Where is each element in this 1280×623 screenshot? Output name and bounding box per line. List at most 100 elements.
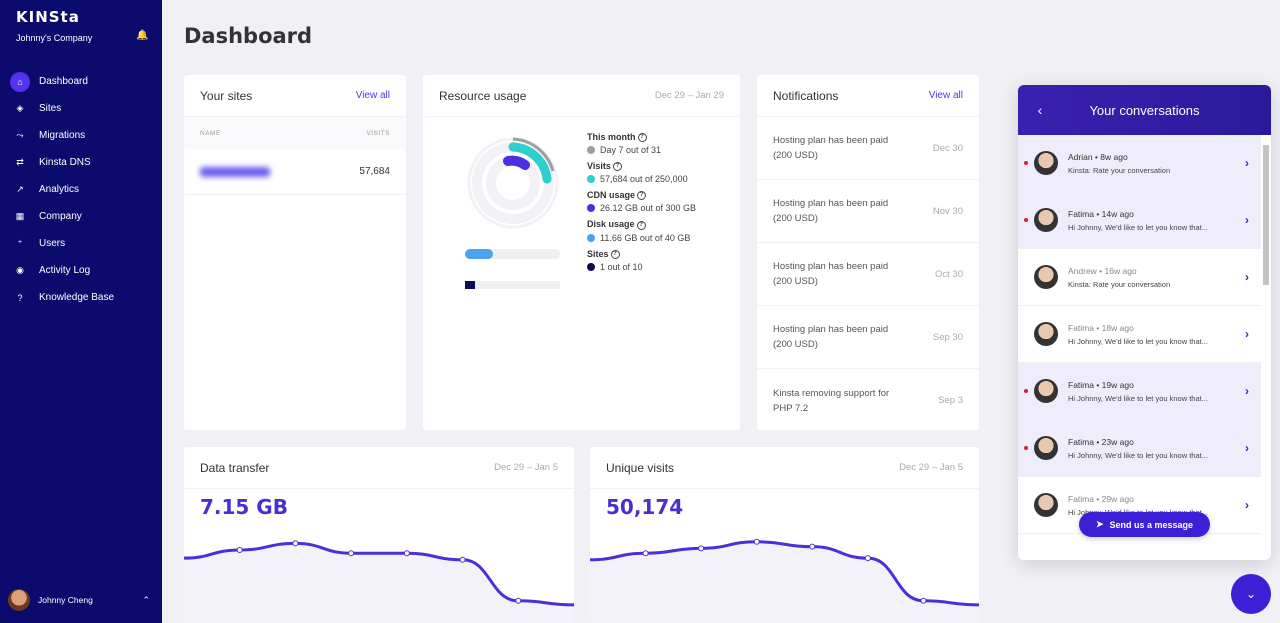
sidebar-item-analytics[interactable]: ↗ Analytics <box>0 176 162 203</box>
card-title: Unique visits <box>606 460 675 475</box>
date-range: Dec 29 – Jan 5 <box>494 462 558 473</box>
user-menu[interactable]: Johnny Cheng ⌃ <box>8 589 154 611</box>
sidebar-item-label: Migrations <box>39 130 86 141</box>
sidebar-item-label: Users <box>39 238 66 249</box>
unique-visits-chart <box>590 538 979 623</box>
sidebar-item-dashboard[interactable]: ⌂ Dashboard <box>0 68 162 95</box>
conversation-text: Fatima • 23w ago Hi Johnny, We'd like to … <box>1068 437 1233 460</box>
chevron-right-icon: › <box>1245 270 1249 284</box>
sidebar-item-kinsta-dns[interactable]: ⇄ Kinsta DNS <box>0 149 162 176</box>
sidebar-item-label: Kinsta DNS <box>39 157 91 168</box>
conversation-item[interactable]: Adrian • 8w ago Kinsta: Rate your convers… <box>1018 135 1261 192</box>
help-icon: ? <box>17 292 23 303</box>
notification-text: Hosting plan has been paid (200 USD) <box>773 261 889 287</box>
chart-area <box>184 543 574 623</box>
conversation-preview: Kinsta: Rate your conversation <box>1068 279 1171 289</box>
company-switcher[interactable]: Johnny's Company <box>16 33 92 43</box>
card-title: Data transfer <box>200 460 270 475</box>
sidebar-item-users[interactable]: ⁺ Users <box>0 230 162 257</box>
site-name-blurred[interactable] <box>200 166 270 177</box>
chevron-right-icon: › <box>1245 441 1249 455</box>
card-title: Notifications <box>773 88 839 103</box>
chart-point <box>920 597 927 604</box>
sidebar-item-migrations[interactable]: ⤳ Migrations <box>0 122 162 149</box>
sidebar-item-sites[interactable]: ◈ Sites <box>0 95 162 122</box>
help-icon[interactable]: ? <box>636 220 646 230</box>
add-user-icon: ⁺ <box>17 238 23 248</box>
conversation-list: Adrian • 8w ago Kinsta: Rate your convers… <box>1018 135 1271 534</box>
conversation-item[interactable]: Fatima • 14w ago Hi Johnny, We'd like to … <box>1018 192 1261 249</box>
notification-date: Sep 3 <box>938 395 963 406</box>
sidebar-item-company[interactable]: ▦ Company <box>0 203 162 230</box>
send-icon: ➤ <box>1095 519 1104 529</box>
sidebar-item-knowledge-base[interactable]: ? Knowledge Base <box>0 284 162 311</box>
bell-icon[interactable]: 🔔 <box>136 30 148 41</box>
conversation-item[interactable]: Fatima • 19w ago Hi Johnny, We'd like to … <box>1018 363 1261 420</box>
chevron-right-icon: › <box>1245 327 1249 341</box>
help-icon[interactable]: ? <box>610 249 620 259</box>
legend-dot <box>587 262 595 271</box>
chart-point <box>403 550 410 557</box>
layers-icon: ◈ <box>16 103 24 113</box>
conversation-author: Fatima • 14w ago <box>1068 208 1134 219</box>
avatar <box>1034 436 1058 460</box>
notification-item[interactable]: Kinsta removing support for PHP 7.2 Sep 3 <box>757 369 979 432</box>
view-all-notifications-link[interactable]: View all <box>929 90 963 101</box>
notification-date: Nov 30 <box>932 205 963 217</box>
notification-item[interactable]: Hosting plan has been paid (200 USD) Nov … <box>757 180 979 243</box>
scrollbar[interactable] <box>1263 145 1269 555</box>
date-range: Dec 29 – Jan 29 <box>654 90 724 101</box>
page-title: Dashboard <box>184 24 313 48</box>
notification-item[interactable]: Hosting plan has been paid (200 USD) Oct … <box>757 243 979 306</box>
sidebar-item-label: Analytics <box>39 184 80 195</box>
user-name: Johnny Cheng <box>38 595 93 605</box>
chat-toggle-button[interactable]: ⌄ <box>1231 574 1271 614</box>
notifications-card: Notifications View all Hosting plan has b… <box>757 75 979 430</box>
sidebar-item-label: Activity Log <box>39 265 91 276</box>
legend-dot <box>587 146 595 155</box>
sites-fill <box>465 281 475 289</box>
chevron-right-icon: › <box>1245 156 1249 170</box>
date-range: Dec 29 – Jan 5 <box>899 462 963 473</box>
table-row[interactable]: 57,684 <box>184 149 406 195</box>
help-icon[interactable]: ? <box>612 162 622 172</box>
chart-point <box>753 538 760 545</box>
sidebar-item-label: Company <box>39 211 82 222</box>
send-message-button[interactable]: ➤ Send us a message <box>1079 512 1210 537</box>
conversation-text: Fatima • 19w ago Hi Johnny, We'd like to … <box>1068 380 1233 403</box>
notification-item[interactable]: Hosting plan has been paid (200 USD) Dec … <box>757 117 979 180</box>
notification-text: Hosting plan has been paid (200 USD) <box>773 135 889 161</box>
back-chevron-icon[interactable]: ‹ <box>1018 102 1062 118</box>
chart-point <box>236 546 243 553</box>
legend-value: Day 7 out of 31 <box>600 145 662 156</box>
sites-bar <box>465 281 560 289</box>
sidebar-item-activity-log[interactable]: ◉ Activity Log <box>0 257 162 284</box>
chat-header: ‹ Your conversations <box>1018 85 1271 135</box>
dns-icon: ⇄ <box>16 157 24 167</box>
conversation-text: Fatima • 14w ago Hi Johnny, We'd like to … <box>1068 209 1233 232</box>
notification-item[interactable]: Hosting plan has been paid (200 USD) Sep … <box>757 306 979 369</box>
legend-value: 1 out of 10 <box>600 261 643 272</box>
kinsta-logo[interactable]: KINSta <box>16 8 80 26</box>
legend-label: Visits <box>587 161 611 172</box>
conversation-item[interactable]: Andrew • 16w ago Kinsta: Rate your conver… <box>1018 249 1261 306</box>
conversation-preview: Hi Johnny, We'd like to let you know tha… <box>1068 393 1208 403</box>
conversation-author: Fatima • 23w ago <box>1068 436 1134 447</box>
conversation-item[interactable]: Fatima • 23w ago Hi Johnny, We'd like to … <box>1018 420 1261 477</box>
notification-date: Oct 30 <box>935 268 963 280</box>
notification-text: Kinsta removing support for PHP 7.2 <box>773 387 890 414</box>
conversation-item[interactable]: Fatima • 18w ago Hi Johnny, We'd like to … <box>1018 306 1261 363</box>
notification-text: Hosting plan has been paid (200 USD) <box>773 324 889 350</box>
avatar <box>8 589 30 611</box>
legend-value: 11.66 GB out of 40 GB <box>600 232 691 243</box>
conversation-text: Fatima • 18w ago Hi Johnny, We'd like to … <box>1068 323 1233 346</box>
unread-dot <box>1024 161 1028 165</box>
scrollbar-thumb[interactable] <box>1263 145 1269 285</box>
conversation-author: Fatima • 18w ago <box>1068 322 1134 333</box>
conversation-author: Andrew • 16w ago <box>1068 265 1137 276</box>
avatar <box>1034 265 1058 289</box>
disk-usage-fill <box>465 249 493 259</box>
view-all-sites-link[interactable]: View all <box>356 90 390 101</box>
help-icon[interactable]: ? <box>637 191 647 201</box>
help-icon[interactable]: ? <box>637 133 647 143</box>
